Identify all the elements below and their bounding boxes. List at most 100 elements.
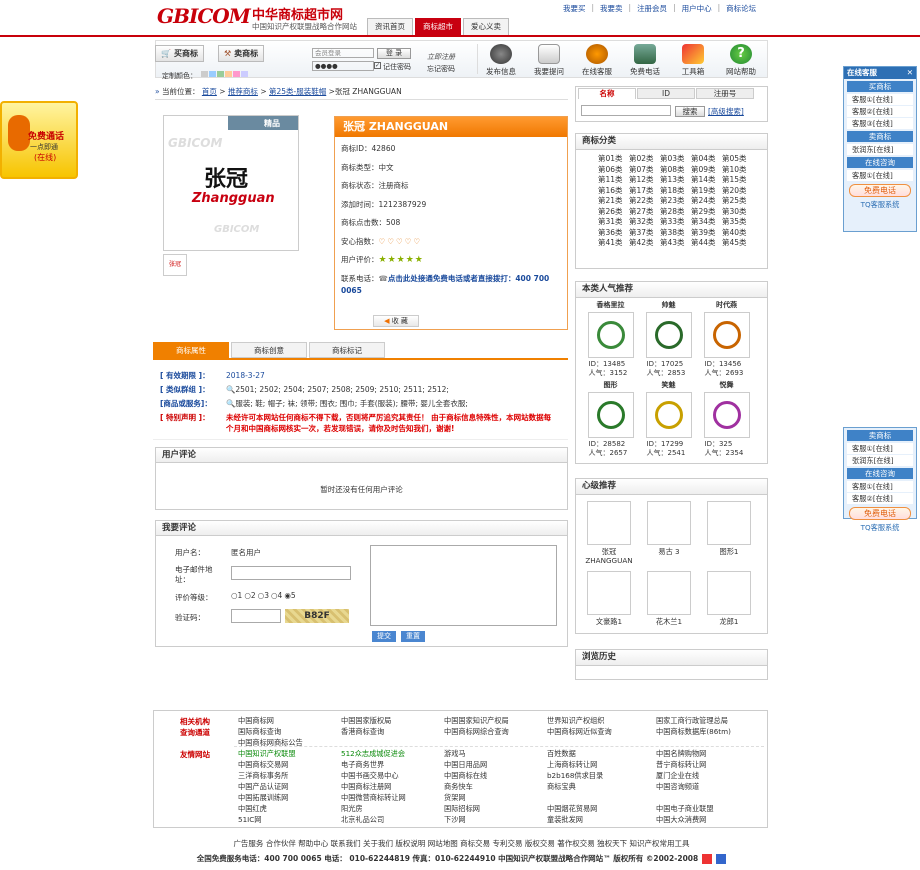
- featured-item[interactable]: 文豪路1: [582, 571, 636, 639]
- category-link[interactable]: 第09类: [691, 165, 722, 176]
- tool-help[interactable]: ? 网站帮助: [720, 44, 762, 77]
- tool-free-call[interactable]: 免费电话: [624, 44, 666, 77]
- popular-thumb[interactable]: [645, 312, 692, 358]
- footer-link[interactable]: 中国商标数据库(86tm): [656, 726, 731, 737]
- footer-link[interactable]: 中国微营商标转让网: [341, 792, 406, 803]
- password-input[interactable]: ●●●●: [312, 61, 374, 71]
- agent-consult-1[interactable]: 客服①[在线]: [847, 170, 913, 181]
- link-buy[interactable]: 我要买: [563, 3, 586, 14]
- footer-link[interactable]: 上海商标转让网: [547, 759, 597, 770]
- reset-button[interactable]: 重置: [401, 631, 425, 642]
- popular-item[interactable]: 香格里拉 ID：13485 人气：3152: [585, 301, 637, 378]
- crumb-home[interactable]: 首页: [202, 87, 217, 96]
- footer-link[interactable]: 阳光房: [341, 803, 363, 814]
- popular-item[interactable]: 笑魅 ID：17299 人气：2541: [643, 381, 695, 458]
- category-link[interactable]: 第11类: [598, 175, 629, 186]
- footer-link[interactable]: 512众志成城促进会: [341, 748, 405, 759]
- free-call-button[interactable]: 免费电话: [849, 184, 911, 197]
- agent-buy-3[interactable]: 客服③[在线]: [847, 118, 913, 129]
- footer-link[interactable]: 中国知识产权联盟: [238, 748, 296, 759]
- category-link[interactable]: 第44类: [691, 238, 722, 249]
- agent-sell-1[interactable]: 张润东[在线]: [847, 144, 913, 155]
- footer-link[interactable]: 游戏马: [444, 748, 466, 759]
- tab-attributes[interactable]: 商标属性: [153, 342, 229, 358]
- agent-buy-1[interactable]: 客服①[在线]: [847, 94, 913, 105]
- footer-link[interactable]: 中国商标网: [238, 715, 274, 726]
- category-link[interactable]: 第16类: [598, 186, 629, 197]
- footer-link[interactable]: 中国商标网近似查询: [547, 726, 612, 737]
- footer-link[interactable]: b2b168供求目录: [547, 770, 603, 781]
- category-link[interactable]: 第13类: [660, 175, 691, 186]
- category-link[interactable]: 第02类: [629, 154, 660, 165]
- email-field[interactable]: [231, 566, 351, 580]
- category-link[interactable]: 第33类: [660, 217, 691, 228]
- comment-textarea[interactable]: [370, 545, 557, 626]
- footer-link[interactable]: 香港商标查询: [341, 726, 384, 737]
- footer-link[interactable]: 百姓数据: [547, 748, 576, 759]
- popular-item[interactable]: 图形 ID：28582 人气：2657: [585, 381, 637, 458]
- category-link[interactable]: 第17类: [629, 186, 660, 197]
- footer-link[interactable]: 童装批发网: [547, 814, 583, 825]
- popular-thumb[interactable]: [587, 312, 634, 358]
- footer-link[interactable]: 厦门企业在线: [656, 770, 699, 781]
- agent-buy-2[interactable]: 客服②[在线]: [847, 106, 913, 117]
- footer-link[interactable]: 中国红虎: [238, 803, 267, 814]
- category-link[interactable]: 第32类: [629, 217, 660, 228]
- category-link[interactable]: 第43类: [660, 238, 691, 249]
- category-link[interactable]: 第14类: [691, 175, 722, 186]
- advanced-search-link[interactable]: [高级搜索]: [708, 106, 744, 117]
- footer-link[interactable]: 国家工商行政管理总局: [656, 715, 728, 726]
- footer-link[interactable]: 国际招标网: [444, 803, 480, 814]
- tool-post-info[interactable]: 发布信息: [480, 44, 522, 77]
- category-link[interactable]: 第34类: [691, 217, 722, 228]
- footer-link[interactable]: 世界知识产权组织: [547, 715, 605, 726]
- featured-thumb[interactable]: [587, 501, 631, 545]
- category-link[interactable]: 第21类: [598, 196, 629, 207]
- footer-link[interactable]: 51IC网: [238, 814, 261, 825]
- popular-thumb[interactable]: [645, 392, 692, 438]
- footer-link[interactable]: 中国咨询频道: [656, 781, 699, 792]
- search-tab-id[interactable]: ID: [637, 88, 695, 99]
- footer-link[interactable]: 中国国家版权局: [341, 715, 391, 726]
- free-call-button-2[interactable]: 免费电话: [849, 507, 911, 520]
- footer-link[interactable]: 下沙网: [444, 814, 466, 825]
- popular-thumb[interactable]: [587, 392, 634, 438]
- footer-link[interactable]: 中国国家知识产权局: [444, 715, 509, 726]
- register-link[interactable]: 立即注册: [427, 52, 455, 62]
- footer-link[interactable]: 电子商务世界: [341, 759, 384, 770]
- level-radios[interactable]: ○1 ○2 ○3 ○4 ◉5: [231, 591, 296, 600]
- category-link[interactable]: 第12类: [629, 175, 660, 186]
- search-tab-name[interactable]: 名称: [578, 88, 636, 99]
- agent-sell-2-1[interactable]: 客服①[在线]: [847, 443, 913, 454]
- footer-link[interactable]: 商务快车: [444, 781, 473, 792]
- popular-thumb[interactable]: [703, 392, 750, 438]
- member-login-input[interactable]: 会员登录: [312, 48, 374, 58]
- footer-link[interactable]: 中国商标注册网: [341, 781, 391, 792]
- tool-toolbox[interactable]: 工具箱: [672, 44, 714, 77]
- category-link[interactable]: 第05类: [722, 154, 753, 165]
- category-link[interactable]: 第37类: [629, 228, 660, 239]
- tool-online-service[interactable]: 在线客服: [576, 44, 618, 77]
- category-link[interactable]: 第45类: [722, 238, 753, 249]
- featured-item[interactable]: 龙郎1: [702, 571, 756, 639]
- footer-link[interactable]: 货架网: [444, 792, 466, 803]
- crumb-category[interactable]: 第25类-服装鞋帽: [269, 87, 326, 96]
- category-link[interactable]: 第08类: [660, 165, 691, 176]
- popular-item[interactable]: 帅魅 ID：17025 人气：2853: [643, 301, 695, 378]
- agent-consult-2-2[interactable]: 客服②[在线]: [847, 493, 913, 504]
- footer-link[interactable]: 中国烟花贸易网: [547, 803, 597, 814]
- footer-link[interactable]: 中国商标网商标公告: [238, 737, 303, 748]
- tab-charity[interactable]: 爱心义卖: [463, 18, 509, 35]
- category-link[interactable]: 第26类: [598, 207, 629, 218]
- search-button[interactable]: 搜索: [675, 106, 705, 117]
- category-link[interactable]: 第23类: [660, 196, 691, 207]
- footer-link[interactable]: 三洋商标事务所: [238, 770, 288, 781]
- close-icon[interactable]: ✕: [907, 67, 913, 79]
- category-link[interactable]: 第36类: [598, 228, 629, 239]
- category-link[interactable]: 第24类: [691, 196, 722, 207]
- footer-link[interactable]: 中国大众消费网: [656, 814, 706, 825]
- footer-link[interactable]: 中国书画交易中心: [341, 770, 399, 781]
- link-sell[interactable]: 我要卖: [600, 3, 623, 14]
- footer-link[interactable]: 中国电子商业联盟: [656, 803, 714, 814]
- site-logo[interactable]: GBICOM: [157, 4, 251, 30]
